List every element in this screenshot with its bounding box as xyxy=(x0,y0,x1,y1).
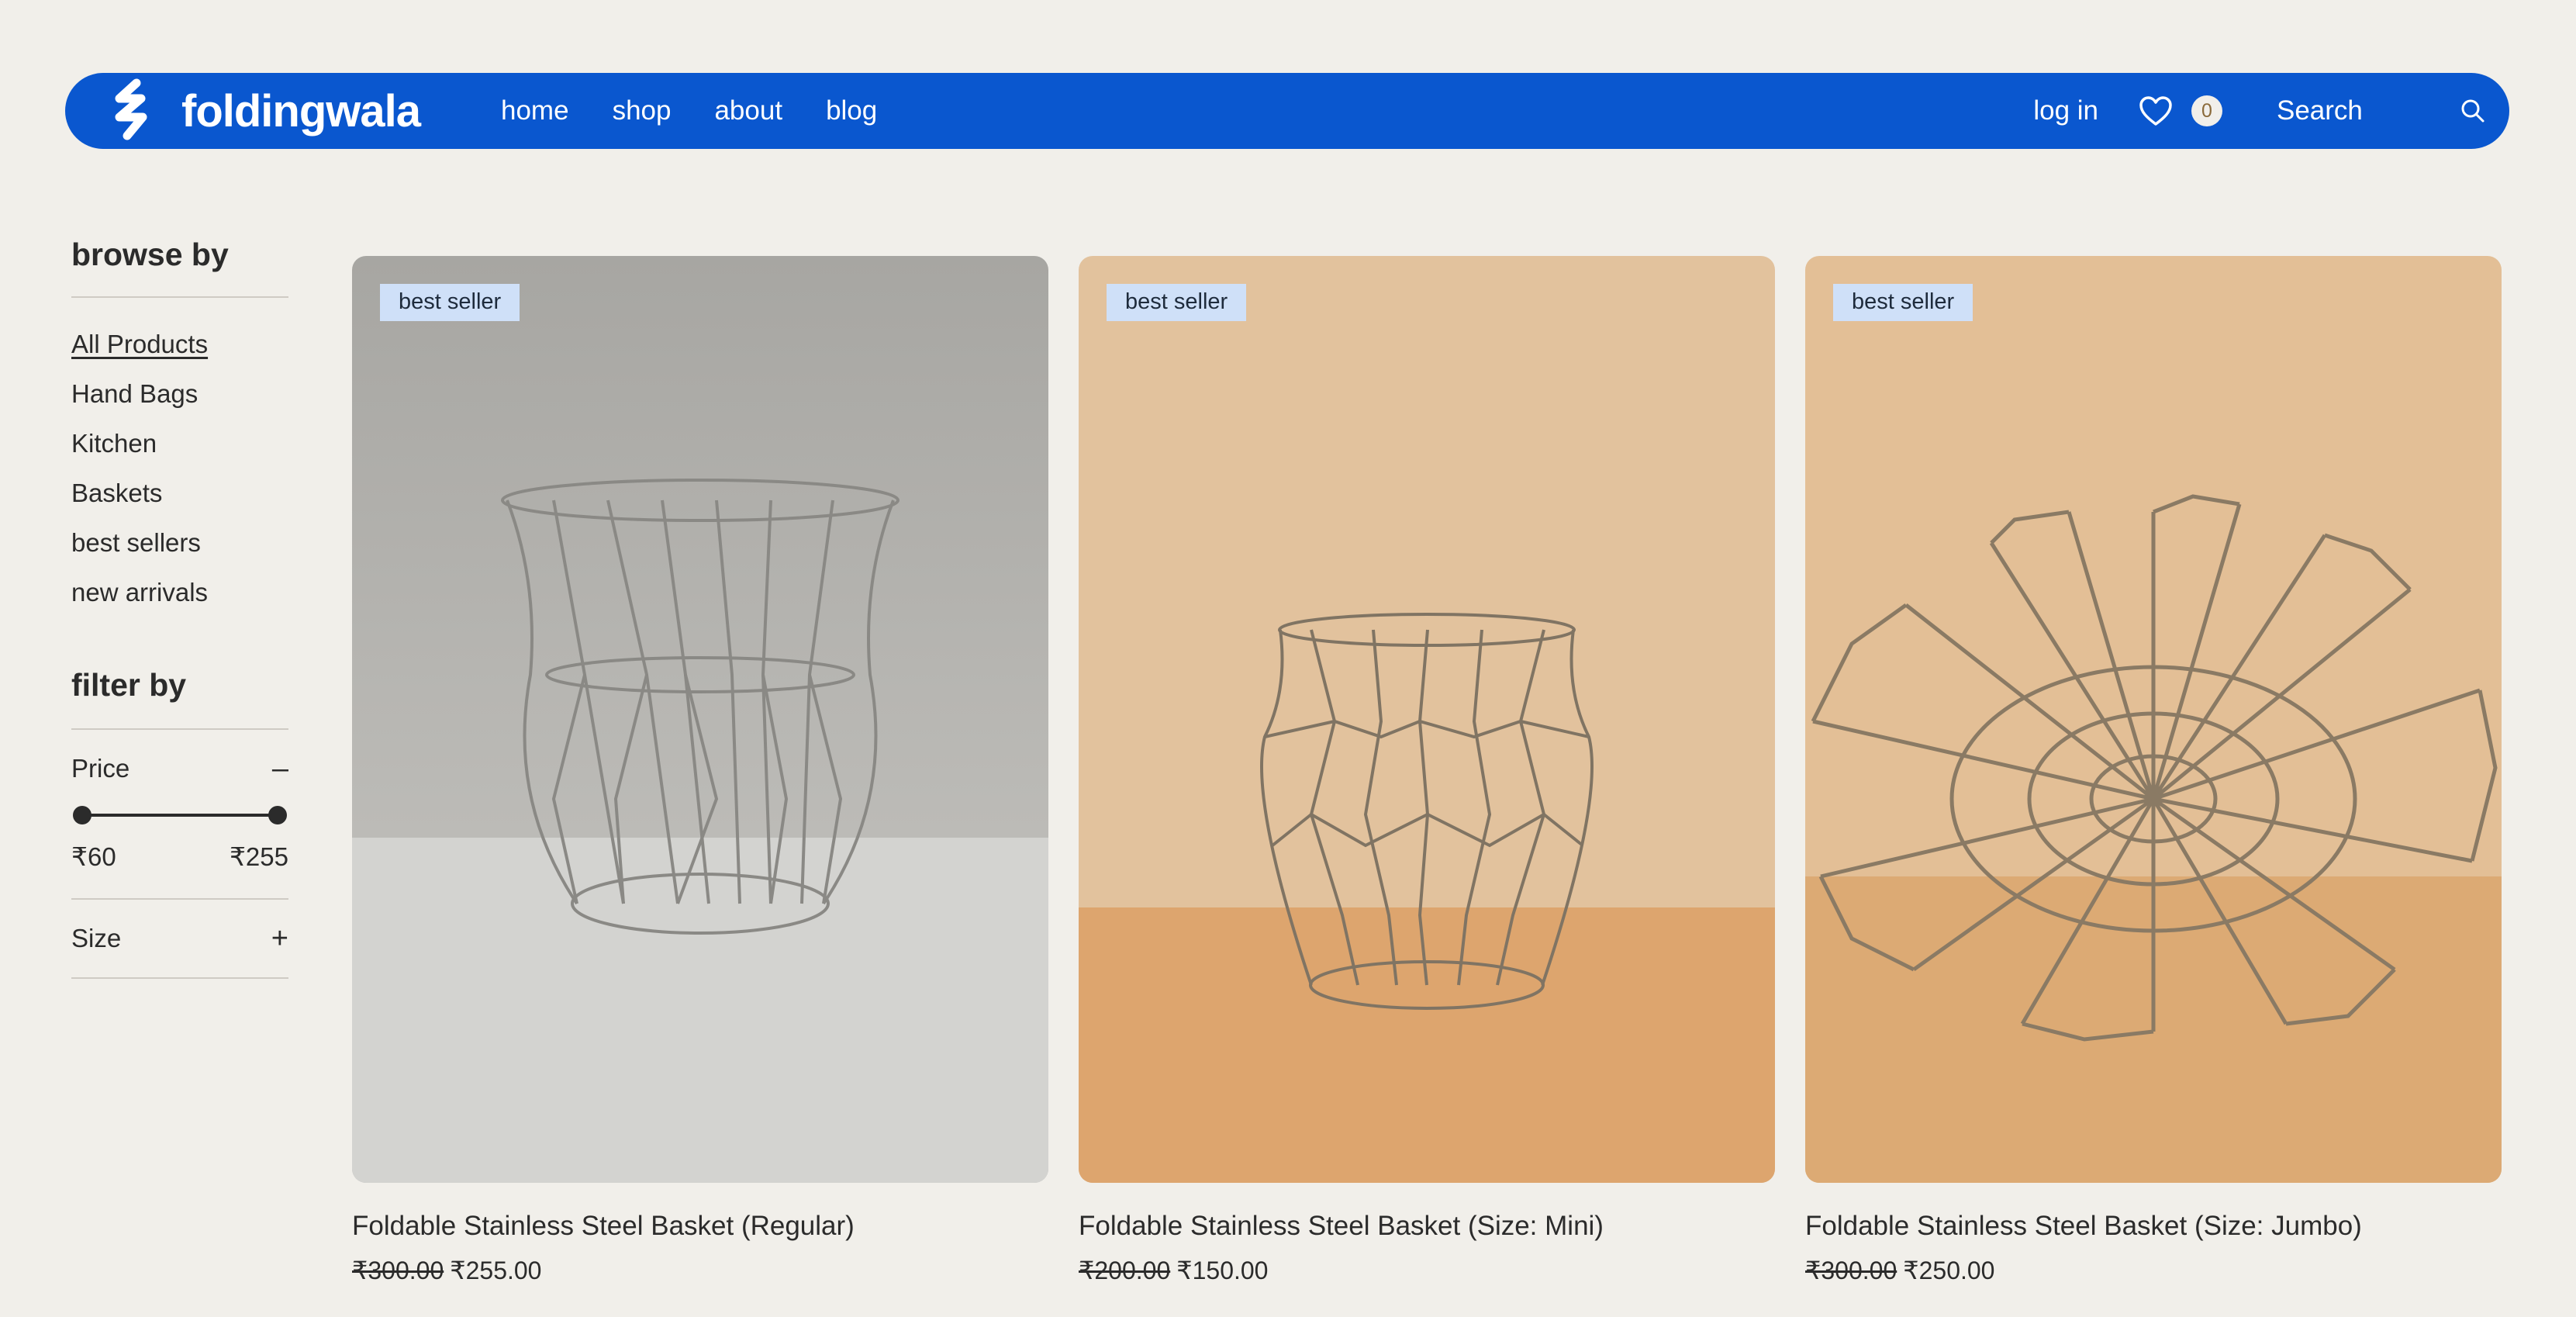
nav-shop[interactable]: shop xyxy=(613,95,672,126)
category-all-products[interactable]: All Products xyxy=(71,320,288,369)
price-max: ₹255 xyxy=(229,842,288,871)
search-icon[interactable] xyxy=(2460,98,2486,124)
product-name[interactable]: Foldable Stainless Steel Basket (Size: J… xyxy=(1805,1211,2502,1242)
category-kitchen[interactable]: Kitchen xyxy=(71,419,288,468)
product-image[interactable]: best seller xyxy=(1079,256,1775,1183)
main-nav: home shop about blog xyxy=(501,95,877,126)
category-baskets[interactable]: Baskets xyxy=(71,468,288,518)
divider xyxy=(71,296,288,298)
price-range-values: ₹60 ₹255 xyxy=(71,842,288,872)
price-range-slider[interactable] xyxy=(71,800,288,831)
sale-price: ₹255.00 xyxy=(450,1257,542,1284)
price-filter-header[interactable]: Price – xyxy=(71,730,288,807)
login-link[interactable]: log in xyxy=(2033,95,2098,126)
divider xyxy=(71,977,288,979)
original-price: ₹300.00 xyxy=(1805,1257,1897,1284)
product-card[interactable]: best seller Foldable Stainless Steel Bas… xyxy=(1805,256,2502,1285)
expand-icon[interactable]: + xyxy=(271,922,288,956)
brand-logo[interactable]: foldingwala xyxy=(110,78,421,143)
basket-jumbo-image xyxy=(1805,256,2502,1183)
category-list: All Products Hand Bags Kitchen Baskets b… xyxy=(71,320,288,617)
price-min: ₹60 xyxy=(71,842,116,871)
browse-title: browse by xyxy=(71,237,229,272)
brand-name: foldingwala xyxy=(181,85,421,137)
original-price: ₹300.00 xyxy=(352,1257,444,1284)
price-label: Price xyxy=(71,754,130,783)
sidebar: browse by All Products Hand Bags Kitchen… xyxy=(71,237,288,979)
product-card[interactable]: best seller Foldable Stainless Steel Bas… xyxy=(352,256,1048,1285)
category-hand-bags[interactable]: Hand Bags xyxy=(71,369,288,419)
best-seller-badge: best seller xyxy=(1107,284,1247,321)
basket-vase-image xyxy=(352,256,1048,1183)
best-seller-badge: best seller xyxy=(1833,284,1973,321)
heart-icon[interactable] xyxy=(2139,95,2173,126)
original-price: ₹200.00 xyxy=(1079,1257,1171,1284)
search-field[interactable]: Search xyxy=(2277,95,2486,126)
category-new-arrivals[interactable]: new arrivals xyxy=(71,568,288,617)
sale-price: ₹250.00 xyxy=(1903,1257,1995,1284)
basket-mini-image xyxy=(1079,256,1775,1183)
nav-blog[interactable]: blog xyxy=(826,95,877,126)
product-card[interactable]: best seller Foldable Stainless Steel Bas… xyxy=(1079,256,1775,1285)
product-name[interactable]: Foldable Stainless Steel Basket (Size: M… xyxy=(1079,1211,1775,1242)
slider-track xyxy=(81,814,279,817)
size-filter-header[interactable]: Size + xyxy=(71,900,288,977)
collapse-icon[interactable]: – xyxy=(272,752,288,786)
category-best-sellers[interactable]: best sellers xyxy=(71,518,288,568)
size-label: Size xyxy=(71,924,122,952)
search-label: Search xyxy=(2277,95,2363,126)
nav-home[interactable]: home xyxy=(501,95,569,126)
product-price: ₹300.00 ₹250.00 xyxy=(1805,1256,2502,1285)
best-seller-badge: best seller xyxy=(380,284,520,321)
product-image[interactable]: best seller xyxy=(1805,256,2502,1183)
sale-price: ₹150.00 xyxy=(1176,1257,1269,1284)
header-actions: log in 0 Search xyxy=(2033,95,2486,126)
filter-title: filter by xyxy=(71,667,187,703)
logo-icon xyxy=(115,78,147,140)
product-name[interactable]: Foldable Stainless Steel Basket (Regular… xyxy=(352,1211,1048,1242)
product-price: ₹300.00 ₹255.00 xyxy=(352,1256,1048,1285)
product-image[interactable]: best seller xyxy=(352,256,1048,1183)
slider-max-handle[interactable] xyxy=(268,806,287,824)
slider-min-handle[interactable] xyxy=(73,806,92,824)
top-navbar: foldingwala home shop about blog log in … xyxy=(65,73,2509,149)
nav-about[interactable]: about xyxy=(714,95,782,126)
product-price: ₹200.00 ₹150.00 xyxy=(1079,1256,1775,1285)
wishlist-count-badge: 0 xyxy=(2191,95,2222,126)
